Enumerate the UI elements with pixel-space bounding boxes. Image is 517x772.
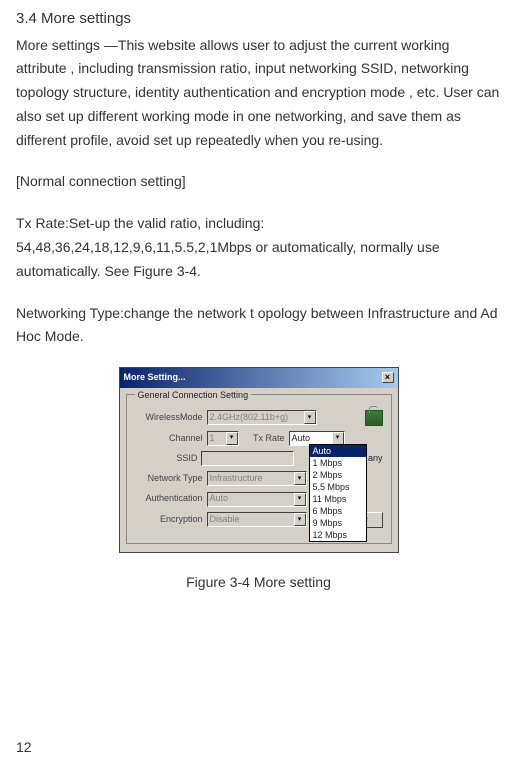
chevron-down-icon: ▾	[304, 411, 316, 424]
network-card-icon	[365, 410, 383, 426]
wirelessmode-label: WirelessMode	[135, 410, 203, 425]
authentication-select: Auto ▾	[207, 492, 307, 507]
chevron-down-icon: ▾	[294, 472, 306, 485]
ssid-any-label: any	[368, 451, 383, 466]
ssid-input	[201, 451, 294, 466]
ssid-label: SSID	[135, 451, 198, 466]
txrate-option[interactable]: 9 Mbps	[310, 517, 366, 529]
paragraph-txrate: Tx Rate:Set-up the valid ratio, includin…	[16, 212, 501, 283]
paragraph-intro: More settings —This website allows user …	[16, 34, 501, 153]
figure-caption: Figure 3-4 More setting	[16, 571, 501, 595]
dialog-titlebar: More Setting... ×	[120, 368, 398, 387]
authentication-label: Authentication	[135, 491, 203, 506]
close-icon[interactable]: ×	[382, 372, 394, 383]
authentication-value: Auto	[210, 491, 229, 506]
dialog-title: More Setting...	[124, 370, 186, 385]
txrate-option[interactable]: 11 Mbps	[310, 493, 366, 505]
channel-value: 1	[210, 431, 215, 446]
txrate-option[interactable]: 2 Mbps	[310, 469, 366, 481]
channel-select: 1 ▾	[207, 431, 239, 446]
networktype-value: Infrastructure	[210, 471, 263, 486]
channel-label: Channel	[135, 431, 203, 446]
page-number: 12	[16, 736, 32, 760]
txrate-label: Tx Rate	[243, 431, 285, 446]
general-connection-group: General Connection Setting WirelessMode …	[126, 394, 392, 544]
figure-wrap: More Setting... × General Connection Set…	[16, 367, 501, 552]
paragraph-subhead: [Normal connection setting]	[16, 170, 501, 194]
wirelessmode-value: 2.4GHz(802.11b+g)	[210, 410, 289, 425]
networktype-label: Network Type	[135, 471, 203, 486]
encryption-label: Encryption	[135, 512, 203, 527]
encryption-value: Disable	[210, 512, 240, 527]
wirelessmode-select: 2.4GHz(802.11b+g) ▾	[207, 410, 317, 425]
chevron-down-icon: ▾	[294, 513, 306, 526]
more-setting-dialog: More Setting... × General Connection Set…	[119, 367, 399, 552]
group-legend: General Connection Setting	[135, 388, 252, 403]
networktype-select: Infrastructure ▾	[207, 471, 307, 486]
txrate-value: Auto	[292, 431, 311, 446]
chevron-down-icon: ▾	[294, 493, 306, 506]
chevron-down-icon: ▾	[226, 432, 238, 445]
paragraph-networktype: Networking Type:change the network t opo…	[16, 302, 501, 350]
txrate-option[interactable]: Auto	[310, 445, 366, 457]
txrate-option[interactable]: 1 Mbps	[310, 457, 366, 469]
section-heading: 3.4 More settings	[16, 6, 501, 32]
txrate-option[interactable]: 12 Mbps	[310, 529, 366, 541]
encryption-select: Disable ▾	[207, 512, 307, 527]
txrate-dropdown-list[interactable]: Auto 1 Mbps 2 Mbps 5.5 Mbps 11 Mbps 6 Mb…	[309, 444, 367, 542]
txrate-option[interactable]: 6 Mbps	[310, 505, 366, 517]
txrate-option[interactable]: 5.5 Mbps	[310, 481, 366, 493]
